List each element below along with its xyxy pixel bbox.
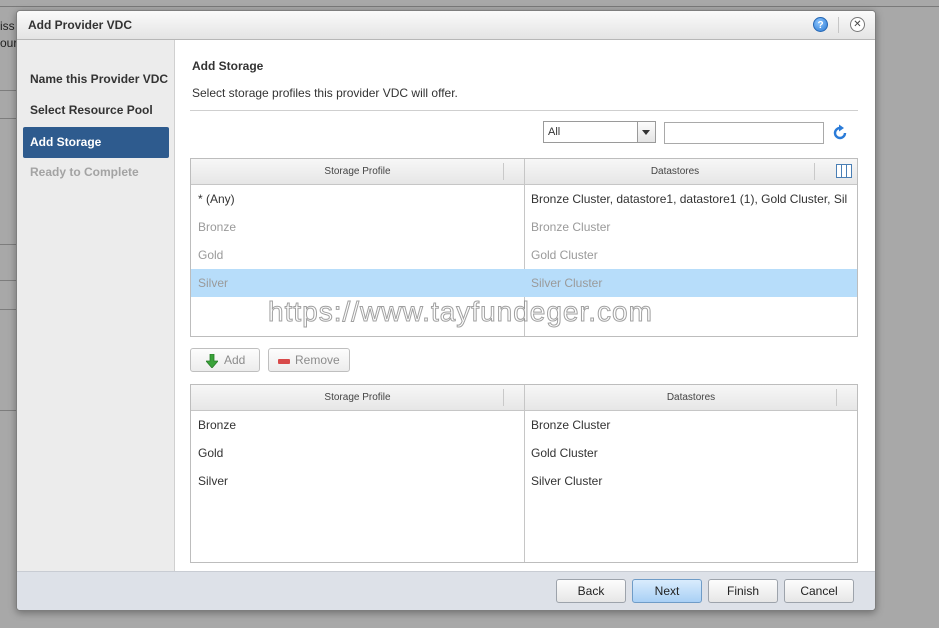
background-text-fragment: iss: [0, 19, 15, 33]
refresh-icon[interactable]: [831, 124, 849, 142]
column-resize-handle[interactable]: [814, 163, 815, 180]
dialog-title: Add Provider VDC: [28, 18, 133, 32]
nav-item-select-resource-pool[interactable]: Select Resource Pool: [23, 95, 169, 126]
minus-icon: [278, 359, 290, 364]
cancel-button[interactable]: Cancel: [784, 579, 854, 603]
watermark-text: https://www.tayfundeger.com: [268, 296, 653, 328]
selected-storage-table: Storage Profile Datastores Bronze Bronze…: [190, 384, 858, 563]
cell-datastores: Silver Cluster: [531, 276, 603, 290]
cell-storage-profile: Gold: [198, 248, 224, 262]
nav-item-name-provider-vdc[interactable]: Name this Provider VDC: [23, 64, 169, 95]
content-divider: [190, 110, 858, 111]
chevron-down-icon[interactable]: [637, 122, 655, 142]
cell-storage-profile: Silver: [198, 276, 229, 290]
table-row-selected[interactable]: Silver Silver Cluster: [191, 269, 857, 297]
cell-storage-profile: Gold: [198, 446, 224, 460]
cell-datastores: Bronze Cluster: [531, 418, 611, 432]
table-row[interactable]: Gold Gold Cluster: [191, 241, 857, 269]
cell-storage-profile: * (Any): [198, 192, 235, 206]
nav-item-add-storage[interactable]: Add Storage: [23, 127, 169, 158]
column-chooser-icon[interactable]: [836, 164, 852, 178]
column-header-datastores[interactable]: Datastores: [525, 159, 825, 184]
column-header-storage-profile[interactable]: Storage Profile: [191, 159, 524, 184]
background-text-fragment: our: [0, 36, 18, 50]
cell-storage-profile: Bronze: [198, 220, 237, 234]
page-description: Select storage profiles this provider VD…: [192, 86, 458, 100]
cell-datastores: Bronze Cluster: [531, 220, 611, 234]
add-button[interactable]: Add: [190, 348, 260, 372]
filter-search-input[interactable]: [664, 122, 824, 144]
page-title: Add Storage: [192, 59, 264, 73]
table-row[interactable]: Bronze Bronze Cluster: [191, 213, 857, 241]
background-divider: [0, 6, 939, 7]
filter-select-value: All: [548, 126, 561, 138]
table-row[interactable]: Bronze Bronze Cluster: [191, 411, 857, 439]
close-icon[interactable]: ✕: [850, 17, 865, 32]
filter-select[interactable]: All: [543, 121, 656, 143]
cell-datastores: Bronze Cluster, datastore1, datastore1 (…: [531, 192, 848, 206]
cell-datastores: Gold Cluster: [531, 446, 598, 460]
nav-item-ready-to-complete: Ready to Complete: [30, 165, 139, 179]
remove-button[interactable]: Remove: [268, 348, 350, 372]
titlebar-separator: [838, 17, 839, 33]
help-icon[interactable]: ?: [813, 17, 828, 32]
table-row[interactable]: Gold Gold Cluster: [191, 439, 857, 467]
dialog-footer: Back Next Finish Cancel: [17, 571, 875, 610]
dialog-titlebar[interactable]: Add Provider VDC ? ✕: [17, 11, 875, 40]
column-resize-handle[interactable]: [503, 163, 504, 180]
wizard-nav: Name this Provider VDC Select Resource P…: [17, 40, 175, 571]
next-button[interactable]: Next: [632, 579, 702, 603]
back-button[interactable]: Back: [556, 579, 626, 603]
table-row[interactable]: Silver Silver Cluster: [191, 467, 857, 495]
cell-datastores: Silver Cluster: [531, 474, 603, 488]
table-row[interactable]: * (Any) Bronze Cluster, datastore1, data…: [191, 185, 857, 213]
remove-button-label: Remove: [295, 353, 340, 367]
finish-button[interactable]: Finish: [708, 579, 778, 603]
column-header-storage-profile[interactable]: Storage Profile: [191, 385, 524, 410]
column-resize-handle[interactable]: [503, 389, 504, 406]
arrow-down-icon: [206, 354, 218, 368]
add-button-label: Add: [224, 353, 246, 367]
cell-storage-profile: Silver: [198, 474, 229, 488]
cell-storage-profile: Bronze: [198, 418, 237, 432]
cell-datastores: Gold Cluster: [531, 248, 598, 262]
column-header-datastores[interactable]: Datastores: [525, 385, 857, 410]
column-resize-handle[interactable]: [836, 389, 837, 406]
